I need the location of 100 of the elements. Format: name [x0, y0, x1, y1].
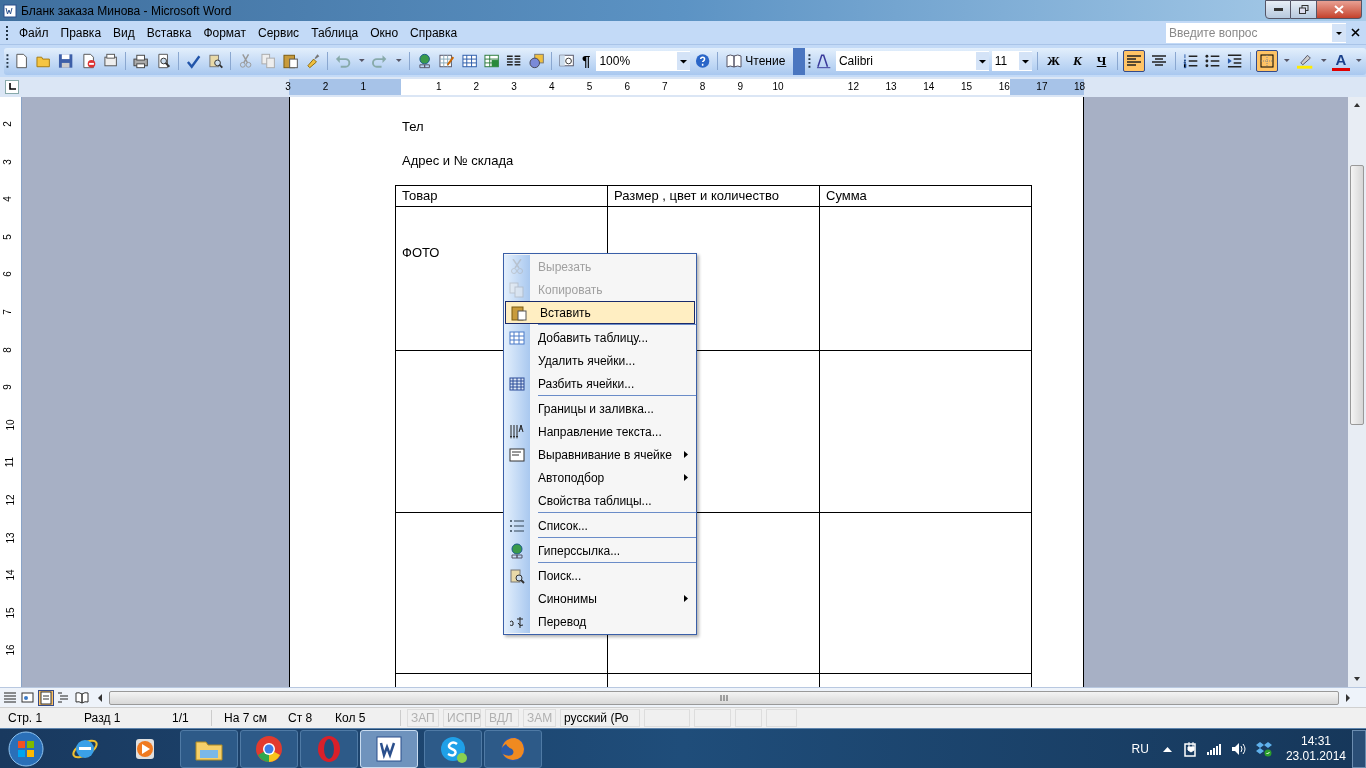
format-painter-icon[interactable]	[305, 53, 321, 69]
web-layout-button[interactable]	[20, 689, 36, 706]
menu-item[interactable]: Вставить	[505, 301, 695, 324]
status-field: ЗАП	[407, 709, 439, 727]
dropbox-icon[interactable]	[1255, 740, 1272, 757]
new-document-icon[interactable]	[13, 53, 30, 69]
taskbar-button[interactable]	[180, 729, 238, 768]
close-button[interactable]	[1317, 0, 1362, 19]
reading-button[interactable]: Чтение	[723, 52, 789, 70]
menu-item[interactable]: Удалить ячейки...	[504, 349, 696, 372]
menu-item[interactable]: Файл	[13, 21, 55, 44]
copy-icon	[509, 281, 525, 298]
tab-selector[interactable]	[5, 80, 19, 94]
vertical-ruler[interactable]: 2 3 4 5 6 7 8 9 10 11 12 13 14 15 16	[0, 97, 22, 687]
print-layout-button[interactable]	[38, 689, 54, 706]
power-plug-icon[interactable]	[1183, 740, 1198, 757]
scroll-thumb[interactable]	[1350, 165, 1364, 425]
indent-icon[interactable]	[1227, 53, 1243, 69]
word-app-icon[interactable]	[3, 3, 17, 18]
menu-item[interactable]: Список...	[504, 512, 696, 537]
menu-item[interactable]: Границы и заливка...	[504, 395, 696, 420]
menu-item[interactable]: Вид	[107, 21, 141, 44]
menu-item[interactable]: Правка	[54, 21, 108, 44]
menu-item[interactable]: Гиперссылка...	[504, 537, 696, 562]
ruler-number: 9	[2, 384, 13, 390]
status-field: На 7 см	[216, 709, 280, 727]
print-icon[interactable]	[133, 53, 149, 69]
permission-icon[interactable]	[80, 53, 96, 69]
normal-view-icon	[3, 690, 17, 705]
table-header-cell: Сумма	[819, 185, 1032, 206]
menu-item[interactable]: Таблица	[305, 21, 365, 44]
styles-icon[interactable]	[815, 53, 831, 69]
menu-item[interactable]: Вставка	[140, 21, 198, 44]
close-icon[interactable]	[1351, 28, 1360, 37]
font-field[interactable]: Calibri	[835, 51, 989, 71]
status-field: ЗАМ	[523, 709, 556, 727]
zoom-field[interactable]: 100%	[596, 51, 691, 71]
show-desktop-button[interactable]	[1352, 729, 1366, 768]
align-left-button[interactable]	[1122, 50, 1145, 72]
table-icon[interactable]	[461, 53, 477, 69]
speaker-icon[interactable]	[1230, 741, 1247, 756]
research-icon[interactable]	[208, 53, 224, 69]
taskbar-button[interactable]	[424, 729, 482, 768]
shapes-icon[interactable]	[528, 53, 544, 69]
menu-item[interactable]: Справка	[404, 21, 464, 44]
save-icon[interactable]	[58, 53, 74, 69]
menu-item[interactable]: Сервис	[252, 21, 306, 44]
clock-time[interactable]: 14:31	[1300, 733, 1331, 749]
underline-button[interactable]: Ч	[1091, 50, 1112, 72]
ruler-number: 6	[2, 271, 13, 278]
ruler-number: 3	[511, 80, 517, 94]
language-indicator[interactable]: RU	[1131, 739, 1149, 758]
menu-item[interactable]: Формат	[197, 21, 253, 44]
menu-item[interactable]: Добавить таблицу...	[504, 324, 696, 349]
menu-item[interactable]: Поиск...	[504, 562, 696, 587]
minimize-button[interactable]	[1265, 0, 1291, 19]
clock-date[interactable]: 23.01.2014	[1285, 748, 1346, 764]
menu-item[interactable]: Свойства таблицы...	[504, 489, 696, 512]
status-field: русский (Ро	[560, 709, 640, 727]
borders-button[interactable]	[1255, 50, 1278, 72]
italic-button[interactable]: К	[1067, 50, 1088, 72]
spreadsheet-icon[interactable]	[483, 53, 500, 69]
numbered-list-icon[interactable]	[1182, 53, 1199, 69]
bold-button[interactable]: Ж	[1043, 50, 1064, 72]
highlighter-icon[interactable]	[1297, 53, 1313, 69]
menu-item[interactable]: Синонимы	[504, 587, 696, 610]
ruler-number: 16	[998, 80, 1010, 94]
reading-view-button[interactable]	[74, 689, 90, 706]
columns-icon[interactable]	[506, 53, 522, 69]
paste-icon[interactable]	[282, 53, 299, 69]
menu-item[interactable]: Разбить ячейки...	[504, 372, 696, 395]
start-button[interactable]	[6, 729, 46, 768]
font-size-field[interactable]: 11	[991, 51, 1033, 71]
restore-icon	[1298, 5, 1309, 14]
menu-item[interactable]: Перевод	[504, 610, 696, 633]
menu-item[interactable]: Направление текста...	[504, 420, 696, 443]
question-field[interactable]: Введите вопрос	[1166, 22, 1346, 43]
normal-view-button[interactable]	[2, 689, 18, 706]
show-hidden-icons-icon[interactable]	[1162, 745, 1172, 752]
taskbar-button[interactable]	[240, 729, 298, 768]
restore-button[interactable]	[1291, 0, 1317, 19]
help-icon[interactable]	[695, 53, 711, 69]
ruler-number: 11	[5, 457, 16, 468]
menu-item[interactable]: Автоподбор	[504, 466, 696, 489]
signal-icon[interactable]	[1206, 742, 1223, 755]
grip-icon[interactable]	[6, 53, 9, 69]
print-preview-icon[interactable]	[155, 53, 171, 69]
font-color-button[interactable]: A	[1332, 51, 1350, 71]
spelling-icon[interactable]	[185, 53, 201, 69]
table-pen-icon[interactable]	[439, 53, 455, 69]
menu-item[interactable]: Окно	[364, 21, 405, 44]
bulleted-list-icon[interactable]	[1205, 53, 1221, 69]
menu-item[interactable]: Выравнивание в ячейке	[504, 443, 696, 466]
vertical-scrollbar[interactable]	[1348, 97, 1366, 687]
globe-chain-icon[interactable]	[417, 53, 433, 69]
show-formatting-button[interactable]: ¶	[579, 49, 594, 73]
submenu-arrow-icon	[684, 474, 688, 481]
grip-icon[interactable]	[807, 53, 811, 69]
horizontal-scroll-thumb[interactable]	[109, 690, 1339, 705]
ruler-number: 2	[473, 80, 480, 94]
